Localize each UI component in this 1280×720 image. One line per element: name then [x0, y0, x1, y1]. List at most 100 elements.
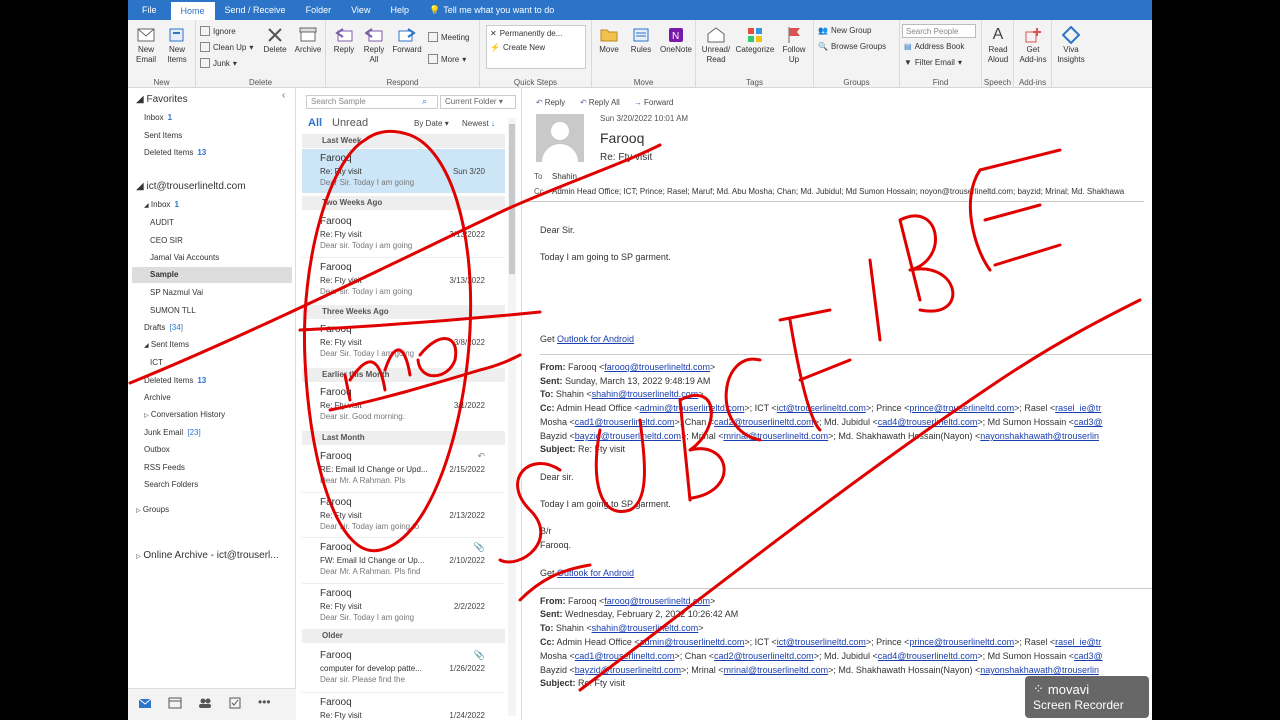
address-book-button[interactable]: ▤ Address Book [904, 42, 964, 51]
email-link[interactable]: ict@trouserlineltd.com [777, 637, 866, 647]
filter-email-button[interactable]: ▼ Filter Email ▾ [904, 58, 962, 67]
junk-button[interactable]: Junk ▾ [200, 58, 237, 68]
email-link[interactable]: cad4@trouserlineltd.com [878, 417, 978, 427]
reader-reply-all-button[interactable]: ↶ Reply All [580, 98, 620, 107]
reply-button[interactable]: Reply [330, 26, 358, 55]
online-archive[interactable]: ▷ Online Archive - ict@trouserl... [136, 550, 279, 561]
delete-button[interactable]: Delete [260, 26, 290, 55]
message-item[interactable]: Farooq FW: Email Id Change or Up... 2/10… [302, 537, 505, 581]
favorites-header[interactable]: ◢ Favorites [136, 94, 188, 105]
mail-icon[interactable] [138, 697, 152, 711]
browse-groups-button[interactable]: 🔍 Browse Groups [818, 42, 886, 51]
tasks-icon[interactable] [228, 697, 242, 711]
quick-step-create-new[interactable]: ⚡ Create New [490, 43, 545, 52]
email-link[interactable]: rasel_ie@tr [1055, 403, 1101, 413]
email-link[interactable]: farooq@trouserlineltd.com [604, 596, 710, 606]
folder-jamal-vai-accounts[interactable]: Jamal Vai Accounts [150, 253, 219, 262]
folder-sumon-tll[interactable]: SUMON TLL [150, 306, 196, 315]
folder-deleted-items[interactable]: Deleted Items 13 [144, 376, 206, 385]
email-link[interactable]: cad3@ [1074, 417, 1103, 427]
message-item[interactable]: Farooq Re: Fty visit 2/13/2022 Dear sir.… [302, 492, 505, 536]
folder-sample[interactable]: Sample [132, 267, 292, 283]
group-header[interactable]: Two Weeks Ago [302, 196, 505, 210]
filter-all[interactable]: All [308, 117, 322, 129]
email-link[interactable]: admin@trouserlineltd.com [640, 403, 745, 413]
search-input[interactable]: Search Sample [306, 95, 438, 109]
folder-junk-email[interactable]: Junk Email [23] [144, 428, 201, 437]
categorize-button[interactable]: Categorize [734, 26, 776, 55]
email-link[interactable]: farooq@trouserlineltd.com [604, 362, 710, 372]
folder-drafts[interactable]: Drafts [34] [144, 323, 183, 332]
email-link[interactable]: cad1@trouserlineltd.com [575, 651, 675, 661]
reader-forward-button[interactable]: → Forward [634, 98, 673, 107]
ignore-button[interactable]: Ignore [200, 26, 236, 36]
sort-order[interactable]: Newest ↓ [462, 119, 495, 128]
tab-help[interactable]: Help [380, 0, 419, 20]
folder-sent-items[interactable]: ◢ Sent Items [144, 340, 189, 349]
collapse-pane-icon[interactable]: ‹ [282, 90, 285, 101]
follow-up-button[interactable]: Follow Up [778, 26, 810, 65]
search-icon[interactable]: ⌕ [422, 96, 427, 107]
filter-unread[interactable]: Unread [332, 117, 368, 129]
outlook-android-link[interactable]: Outlook for Android [557, 334, 634, 344]
tab-file[interactable]: File [128, 0, 171, 20]
group-header[interactable]: Three Weeks Ago [302, 305, 505, 319]
email-link[interactable]: nayonshakhawath@trouserlin [980, 665, 1099, 675]
folder-search-folders[interactable]: Search Folders [144, 480, 198, 489]
folder-outbox[interactable]: Outbox [144, 445, 170, 454]
email-link[interactable]: shahin@trouserlineltd.com [592, 623, 699, 633]
message-item[interactable]: Farooq computer for develop patte... 1/2… [302, 646, 505, 690]
tab-send-receive[interactable]: Send / Receive [215, 0, 296, 20]
favorites-deleted-items[interactable]: Deleted Items 13 [144, 148, 206, 157]
meeting-button[interactable]: Meeting [428, 32, 469, 42]
email-link[interactable]: mrinal@trouserlineltd.com [724, 665, 829, 675]
favorites-inbox[interactable]: Inbox 1 [144, 113, 172, 122]
reply-all-button[interactable]: Reply All [360, 26, 388, 65]
to-recipients[interactable]: Shahin [552, 172, 577, 181]
email-link[interactable]: cad2@trouserlineltd.com [714, 651, 814, 661]
cc-recipients[interactable]: Admin Head Office; ICT; Prince; Rasel; M… [552, 187, 1124, 196]
calendar-icon[interactable] [168, 697, 182, 711]
current-folder-dropdown[interactable]: Current Folder ▾ [440, 95, 516, 109]
message-item[interactable]: Farooq Re: Fty visit 3/1/2022 Dear sir. … [302, 383, 505, 427]
onenote-button[interactable]: N OneNote [658, 26, 694, 55]
folder-audit[interactable]: AUDIT [150, 218, 174, 227]
tab-folder[interactable]: Folder [296, 0, 342, 20]
folder-rss-feeds[interactable]: RSS Feeds [144, 463, 185, 472]
email-link[interactable]: rasel_ie@tr [1055, 637, 1101, 647]
email-link[interactable]: mrinal@trouserlineltd.com [724, 431, 829, 441]
tab-home[interactable]: Home [170, 2, 215, 20]
read-aloud-button[interactable]: A Read Aloud [984, 26, 1012, 65]
email-link[interactable]: cad2@trouserlineltd.com [714, 417, 814, 427]
scrollbar-thumb[interactable] [509, 124, 515, 274]
clean-up-button[interactable]: Clean Up ▾ [200, 42, 253, 52]
new-items-button[interactable]: New Items [162, 26, 192, 65]
message-item[interactable]: Farooq Re: Fty visit Sun 3/20 Dear Sir. … [302, 149, 505, 193]
unread-read-button[interactable]: Unread/ Read [700, 26, 732, 65]
message-item[interactable]: Farooq RE: Email Id Change or Upd... 2/1… [302, 447, 505, 491]
message-item[interactable]: Farooq Re: Fty visit 2/2/2022 Dear Sir. … [302, 583, 505, 627]
more-apps-icon[interactable]: ••• [258, 695, 272, 709]
message-item[interactable]: Farooq Re: Fty visit 1/24/2022 [302, 692, 505, 720]
email-link[interactable]: prince@trouserlineltd.com [909, 637, 1014, 647]
folder-conversation-history[interactable]: ▷ Conversation History [144, 410, 225, 419]
message-item[interactable]: Farooq Re: Fty visit 3/8/2022 Dear Sir. … [302, 320, 505, 364]
email-link[interactable]: bayzid@trouserlineltd.com [575, 665, 681, 675]
tab-view[interactable]: View [341, 0, 380, 20]
archive-button[interactable]: Archive [292, 26, 324, 55]
tell-me-search[interactable]: 💡 Tell me what you want to do [419, 0, 564, 20]
favorites-sent-items[interactable]: Sent Items [144, 131, 182, 140]
move-button[interactable]: Move [594, 26, 624, 55]
viva-insights-button[interactable]: Viva Insights [1055, 26, 1087, 65]
quick-step-permanently-delete[interactable]: ✕ Permanently de... [490, 29, 562, 38]
folder-sp-nazmul-vai[interactable]: SP Nazmul Vai [150, 288, 203, 297]
new-group-button[interactable]: 👥 New Group [818, 26, 871, 35]
folder-ceo-sir[interactable]: CEO SIR [150, 236, 183, 245]
email-link[interactable]: bayzid@trouserlineltd.com [575, 431, 681, 441]
get-addins-button[interactable]: Get Add-ins [1017, 26, 1049, 65]
search-people-input[interactable]: Search People [902, 24, 976, 38]
forward-button[interactable]: Forward [390, 26, 424, 55]
email-link[interactable]: prince@trouserlineltd.com [909, 403, 1014, 413]
new-email-button[interactable]: New Email [132, 26, 160, 65]
folder-ict[interactable]: ICT [150, 358, 163, 367]
